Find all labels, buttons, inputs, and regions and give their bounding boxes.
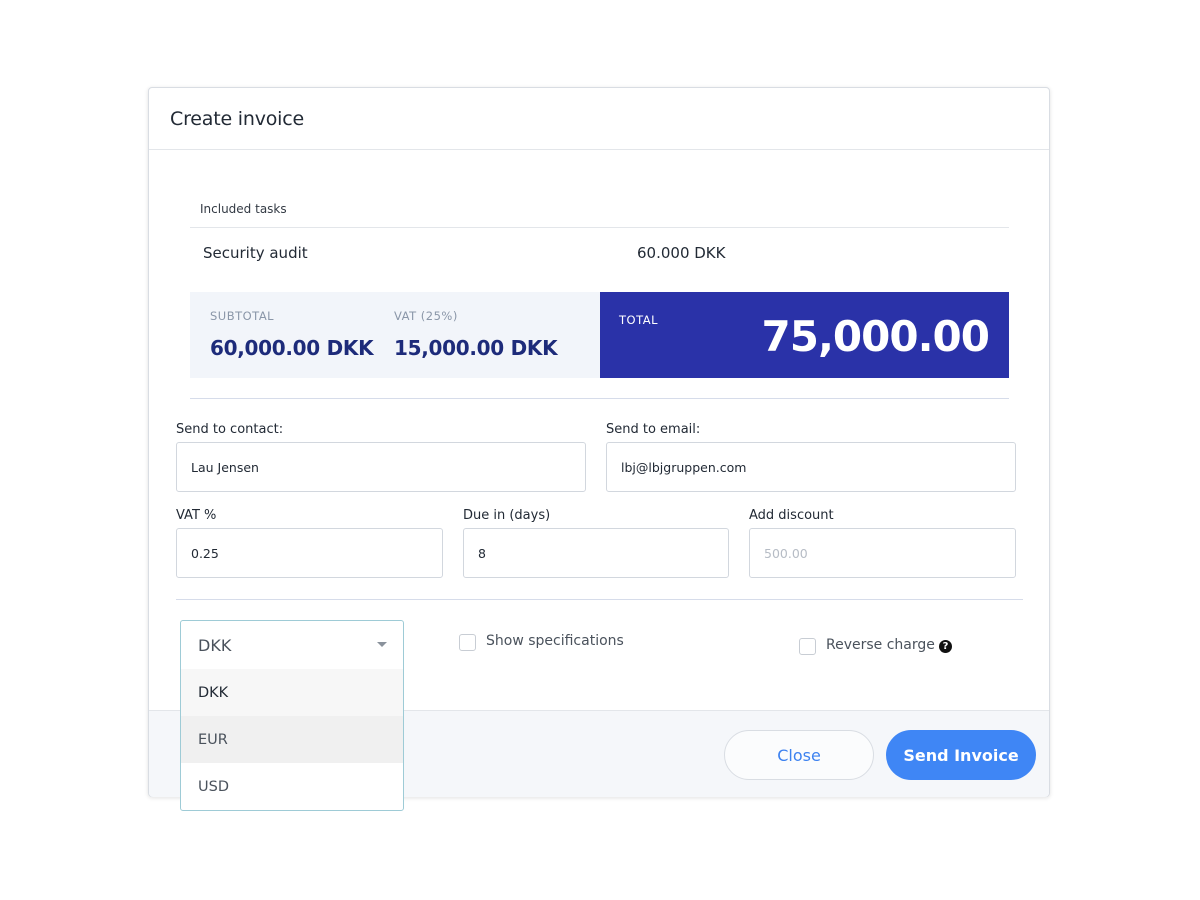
modal-header: Create invoice [149,88,1049,150]
send-invoice-button[interactable]: Send Invoice [886,730,1036,780]
form-divider [176,599,1023,600]
total-label: TOTAL [619,313,658,327]
discount-input[interactable] [749,528,1016,578]
show-specifications-checkbox[interactable] [459,634,476,651]
currency-dropdown[interactable]: DKK DKK EUR USD [180,620,404,811]
subtotal-panel: SUBTOTAL 60,000.00 DKK VAT (25%) 15,000.… [190,292,600,378]
due-days-input[interactable] [463,528,729,578]
currency-option-usd[interactable]: USD [181,763,403,810]
included-tasks-label: Included tasks [200,202,287,216]
close-button[interactable]: Close [724,730,874,780]
question-circle-icon[interactable]: ? [939,640,952,653]
contact-label: Send to contact: [176,422,284,437]
summary-divider [190,398,1009,399]
due-days-label: Due in (days) [463,508,551,523]
total-value: 75,000.00 [761,312,990,361]
email-input[interactable] [606,442,1016,492]
show-specifications-label[interactable]: Show specifications [486,633,624,649]
vat-percent-input[interactable] [176,528,443,578]
task-name: Security audit [203,244,308,262]
email-label: Send to email: [606,422,701,437]
caret-down-icon [377,642,387,647]
vat-amount-label: VAT (25%) [394,309,458,323]
discount-label: Add discount [749,508,834,523]
tasks-divider [190,227,1009,228]
contact-input[interactable] [176,442,586,492]
currency-option-dkk[interactable]: DKK [181,669,403,716]
vat-percent-label: VAT % [176,508,217,523]
task-price: 60.000 DKK [637,244,726,262]
currency-option-eur[interactable]: EUR [181,716,403,763]
total-panel: TOTAL 75,000.00 [600,292,1009,378]
modal-title: Create invoice [170,107,304,130]
subtotal-label: SUBTOTAL [210,309,275,323]
currency-select[interactable]: DKK [181,621,403,669]
currency-selected-value: DKK [198,635,232,655]
vat-amount-value: 15,000.00 DKK [394,336,558,360]
reverse-charge-checkbox[interactable] [799,638,816,655]
reverse-charge-label[interactable]: Reverse charge [826,637,935,653]
subtotal-value: 60,000.00 DKK [210,336,374,360]
